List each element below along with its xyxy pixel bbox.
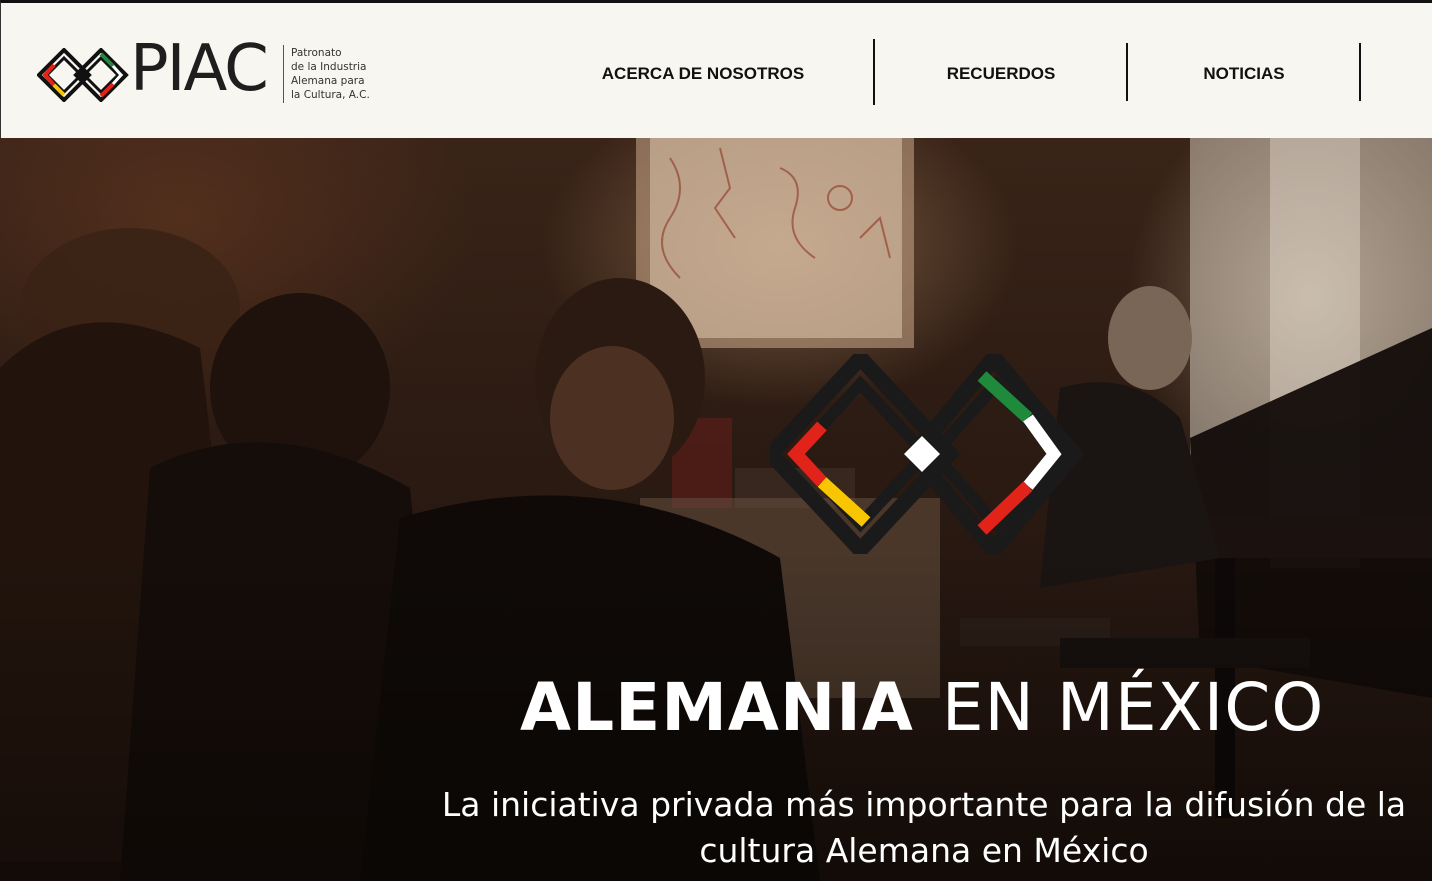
hero-subtitle: La iniciativa privada más importante par… (441, 785, 1407, 870)
logo-tagline-line: la Cultura, A.C. (291, 89, 370, 101)
hero-dark-overlay (0, 138, 1432, 881)
piac-logo-icon (37, 48, 129, 102)
hero-title-strong: ALEMANIA (520, 669, 914, 746)
hero-title-light: EN MÉXICO (941, 669, 1325, 746)
page: PIAC Patronato de la Industria Alemana p… (0, 0, 1432, 881)
piac-emblem-icon (770, 354, 1082, 554)
logo-tagline-line: de la Industria (291, 61, 367, 73)
nav-item-recuerdos[interactable]: RECUERDOS (875, 41, 1127, 107)
logo-wordmark: PIAC (130, 32, 269, 106)
piac-logo-link[interactable]: PIAC Patronato de la Industria Alemana p… (37, 37, 387, 107)
hero-banner: ALEMANIA EN MÉXICO La iniciativa privada … (0, 138, 1432, 881)
hero-title: ALEMANIA EN MÉXICO (520, 668, 1400, 748)
nav-separator (1359, 43, 1361, 101)
logo-tagline-line: Alemana para (291, 75, 365, 87)
site-header: PIAC Patronato de la Industria Alemana p… (0, 0, 1432, 138)
logo-tagline: Patronato de la Industria Alemana para l… (291, 46, 401, 102)
logo-tagline-line: Patronato (291, 47, 342, 59)
nav-item-noticias[interactable]: NOTICIAS (1128, 41, 1360, 107)
logo-divider (283, 45, 284, 103)
nav-item-acerca-de-nosotros[interactable]: ACERCA DE NOSOTROS (561, 41, 845, 107)
